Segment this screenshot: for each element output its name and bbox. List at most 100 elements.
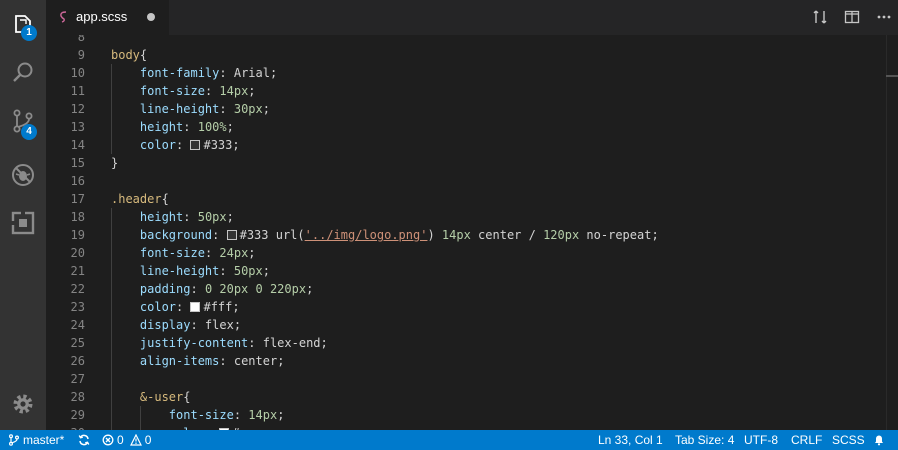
code-token: : bbox=[176, 300, 191, 314]
code-line[interactable]: 13 height: 100%; bbox=[46, 118, 886, 136]
code-text: body{ bbox=[111, 46, 147, 64]
error-icon bbox=[102, 434, 114, 446]
line-number: 9 bbox=[77, 48, 85, 62]
code-token: #fff; bbox=[203, 300, 240, 314]
code-text: } bbox=[111, 154, 118, 172]
code-token: 50px bbox=[197, 210, 227, 224]
code-line[interactable]: 20 font-size: 24px; bbox=[46, 244, 886, 262]
encoding-status[interactable]: UTF-8 bbox=[744, 430, 778, 450]
code-line[interactable]: 28 &-user{ bbox=[46, 388, 886, 406]
open-changes-button[interactable] bbox=[809, 6, 831, 28]
code-line[interactable]: 11 font-size: 14px; bbox=[46, 82, 886, 100]
code-token: font-size bbox=[139, 84, 205, 98]
code-token: { bbox=[183, 390, 191, 404]
code-line[interactable]: 8 bbox=[46, 35, 886, 46]
code-line[interactable]: 18 height: 50px; bbox=[46, 208, 886, 226]
code-line[interactable]: 26 align-items: center; bbox=[46, 352, 886, 370]
code-line[interactable]: 22 padding: 0 20px 0 220px; bbox=[46, 280, 886, 298]
code-token: &-user bbox=[139, 390, 184, 404]
code-text: line-height: 30px; bbox=[111, 100, 270, 118]
editor-scrollbar[interactable] bbox=[886, 35, 898, 430]
sync-button[interactable] bbox=[78, 430, 90, 450]
line-number: 17 bbox=[70, 192, 85, 206]
code-line[interactable]: 12 line-height: 30px; bbox=[46, 100, 886, 118]
code-token: ; bbox=[262, 264, 270, 278]
color-swatch[interactable] bbox=[190, 302, 201, 312]
code-line[interactable]: 9 body{ bbox=[46, 46, 886, 64]
code-line[interactable]: 29 font-size: 14px; bbox=[46, 406, 886, 424]
code-token: 50px bbox=[233, 264, 263, 278]
line-number: 8 bbox=[77, 35, 85, 44]
error-count: 0 bbox=[117, 433, 124, 447]
line-number: 16 bbox=[70, 174, 85, 188]
split-editor-icon bbox=[844, 10, 860, 24]
line-number: 22 bbox=[70, 282, 85, 296]
code-token: align-items bbox=[139, 354, 220, 368]
code-token: : Arial; bbox=[219, 66, 278, 80]
code-token: ; bbox=[226, 120, 234, 134]
split-editor-button[interactable] bbox=[841, 6, 863, 28]
code-line[interactable]: 17 .header{ bbox=[46, 190, 886, 208]
code-editor[interactable]: 8 9 body{10 font-family: Arial; 11 font-siz… bbox=[46, 35, 898, 430]
code-token: color bbox=[139, 300, 177, 314]
line-number: 28 bbox=[70, 390, 85, 404]
tab-app-scss[interactable]: app.scss bbox=[46, 0, 169, 35]
sass-file-icon bbox=[60, 11, 67, 23]
code-token: height bbox=[139, 120, 184, 134]
code-token: ; bbox=[248, 84, 256, 98]
code-line[interactable]: 24 display: flex; bbox=[46, 316, 886, 334]
code-token: : bbox=[212, 228, 227, 242]
code-token: ; bbox=[277, 408, 285, 422]
manage-button[interactable] bbox=[0, 380, 46, 428]
source-control-button[interactable]: 4 bbox=[0, 97, 46, 145]
code-token: #333 url( bbox=[239, 228, 305, 242]
debug-icon bbox=[12, 164, 34, 186]
code-token: 24px bbox=[219, 246, 249, 260]
indent-guide bbox=[111, 64, 112, 154]
language-mode-status[interactable]: SCSS bbox=[832, 430, 865, 450]
extensions-button[interactable] bbox=[0, 199, 46, 247]
search-button[interactable] bbox=[0, 49, 46, 97]
code-token: display bbox=[139, 318, 191, 332]
code-line[interactable]: 16 bbox=[46, 172, 886, 190]
unsaved-dot-icon[interactable] bbox=[147, 13, 155, 21]
code-line[interactable]: 21 line-height: 50px; bbox=[46, 262, 886, 280]
more-actions-icon bbox=[877, 15, 891, 19]
code-token: line-height bbox=[139, 264, 220, 278]
activity-bar: 1 4 bbox=[0, 0, 46, 430]
code-text: font-size: 14px; bbox=[111, 82, 256, 100]
cursor-position-status[interactable]: Ln 33, Col 1 bbox=[598, 430, 663, 450]
color-swatch[interactable] bbox=[226, 230, 237, 240]
search-icon bbox=[13, 62, 33, 82]
code-line[interactable]: 25 justify-content: flex-end; bbox=[46, 334, 886, 352]
code-line[interactable]: 23 color: #fff; bbox=[46, 298, 886, 316]
notifications-button[interactable] bbox=[873, 430, 885, 450]
git-branch-status[interactable]: master* bbox=[8, 430, 64, 450]
color-swatch[interactable] bbox=[190, 140, 201, 150]
code-text: font-size: 14px; bbox=[111, 406, 285, 424]
code-line[interactable]: 15} bbox=[46, 154, 886, 172]
code-line[interactable]: 19 background: #333 url('../img/logo.png… bbox=[46, 226, 886, 244]
eol-status[interactable]: CRLF bbox=[791, 430, 822, 450]
problems-status[interactable]: 0 0 bbox=[102, 430, 151, 450]
code-line[interactable]: 27 bbox=[46, 370, 886, 388]
explorer-button[interactable]: 1 bbox=[0, 1, 46, 49]
code-text: background: #333 url('../img/logo.png') … bbox=[111, 226, 659, 244]
code-line[interactable]: 10 font-family: Arial; bbox=[46, 64, 886, 82]
tab-size-status[interactable]: Tab Size: 4 bbox=[675, 430, 734, 450]
code-token: '../img/logo.png' bbox=[304, 228, 428, 242]
code-text: justify-content: flex-end; bbox=[111, 334, 328, 352]
more-actions-button[interactable] bbox=[873, 6, 895, 28]
extensions-icon bbox=[11, 211, 35, 235]
code-line[interactable]: 14 color: #333; bbox=[46, 136, 886, 154]
debug-button[interactable] bbox=[0, 151, 46, 199]
code-text: height: 100%; bbox=[111, 118, 234, 136]
code-token: font-family bbox=[139, 66, 220, 80]
code-token: 14px bbox=[441, 228, 471, 242]
